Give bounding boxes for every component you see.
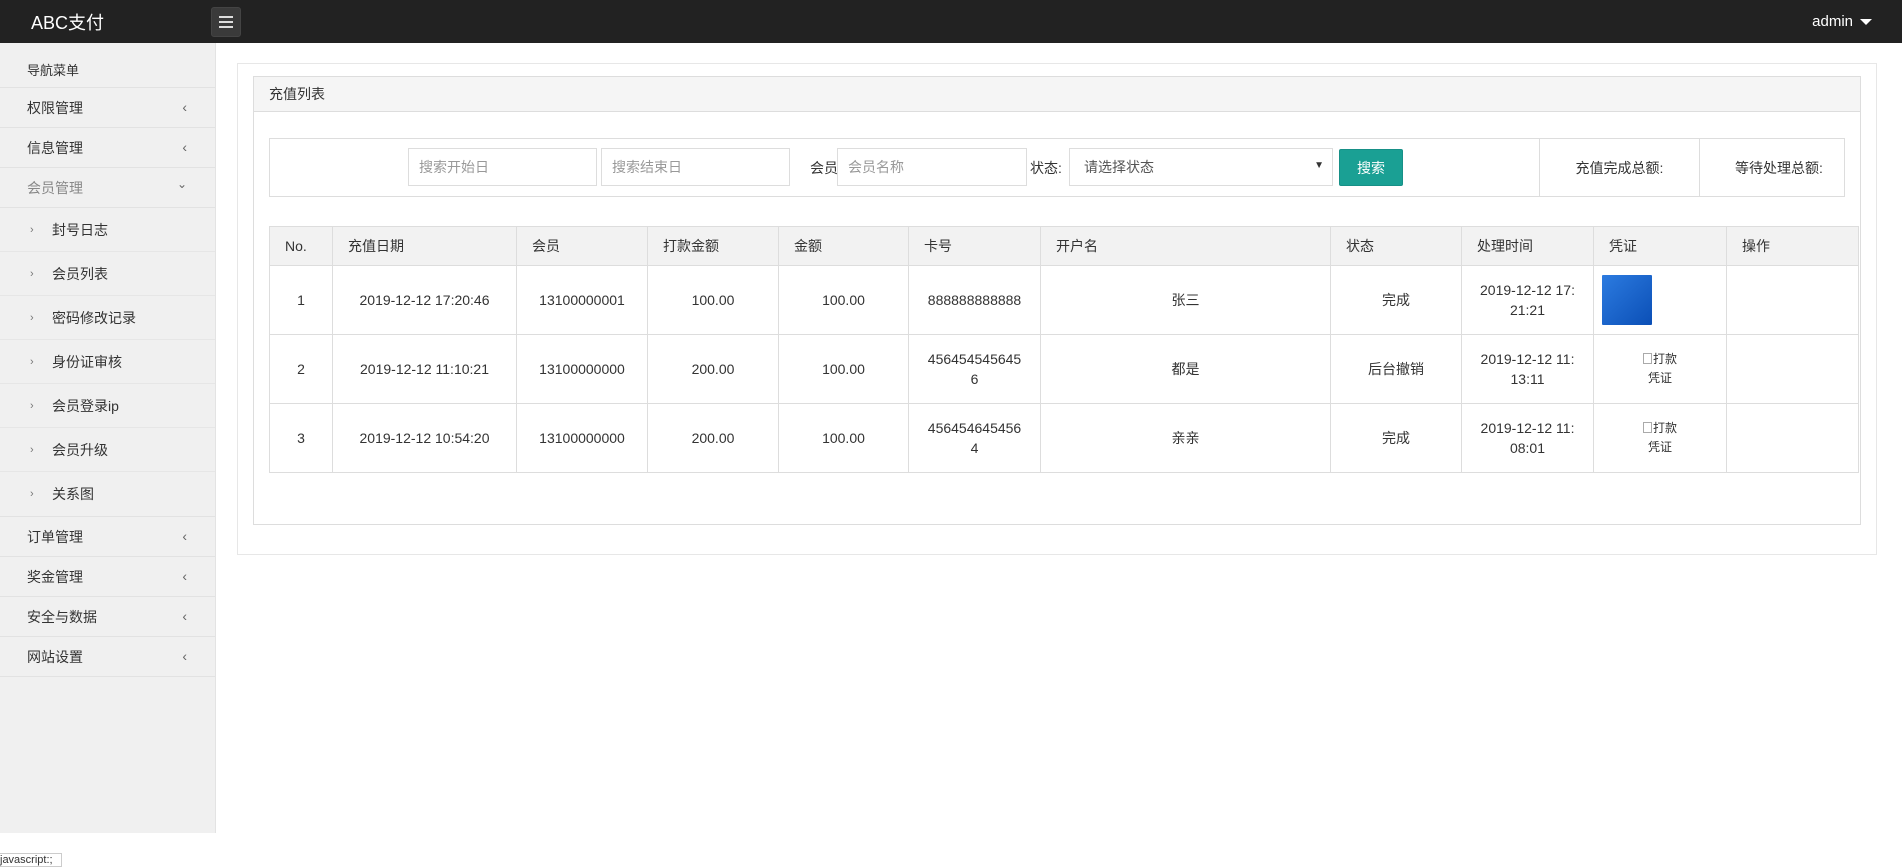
chevron-left-icon: ‹	[182, 528, 187, 544]
chevron-left-icon: ‹	[182, 99, 187, 115]
members-submenu: › 封号日志 › 会员列表 › 密码修改记录 › 身份证审核 › 会员登录ip › 会员升级…	[0, 208, 215, 517]
chevron-right-icon: ›	[30, 443, 34, 456]
sidebar-subitem-login-ip[interactable]: › 会员登录ip	[0, 384, 215, 428]
content-wrapper: 充值列表 会员: 状态: 请选择状态 ▼ 搜索 充值完成总额: 等待处理总额: …	[237, 63, 1877, 555]
browser-status-bar: javascript:;	[0, 853, 62, 867]
column-header: 卡号	[908, 226, 1041, 266]
column-header: 状态	[1330, 226, 1462, 266]
column-header: 处理时间	[1461, 226, 1594, 266]
total-pending: 等待处理总额:	[1699, 139, 1858, 196]
dropdown-arrow-icon: ▼	[1314, 160, 1324, 171]
sidebar-subitem-id-review[interactable]: › 身份证审核	[0, 340, 215, 384]
search-button[interactable]: 搜索	[1339, 149, 1403, 186]
status-label: 状态:	[1030, 160, 1062, 176]
member-name-input[interactable]	[837, 148, 1027, 186]
column-header: 充值日期	[332, 226, 517, 266]
chevron-right-icon: ›	[30, 311, 34, 324]
total-completed: 充值完成总额:	[1539, 139, 1699, 196]
brand-logo[interactable]: ABC支付	[31, 9, 211, 35]
sidebar-subitem-relations[interactable]: › 关系图	[0, 472, 215, 516]
chevron-down-icon: ⌄	[176, 177, 187, 191]
sidebar-item-members[interactable]: 会员管理 ⌄	[0, 168, 215, 208]
menu-icon	[219, 15, 233, 18]
sidebar-subitem-ban-log[interactable]: › 封号日志	[0, 208, 215, 252]
chevron-right-icon: ›	[30, 223, 34, 236]
user-name: admin	[1812, 13, 1853, 30]
broken-image-icon	[1642, 353, 1652, 364]
start-date-input[interactable]	[408, 148, 597, 186]
table-header-row: No. 充值日期 会员 打款金额 金额 卡号 开户名 状态 处理时间 凭证 操作	[269, 226, 1859, 266]
sidebar-header: 导航菜单	[0, 43, 215, 88]
chevron-left-icon: ‹	[182, 568, 187, 584]
chevron-left-icon: ‹	[182, 139, 187, 155]
column-header: 会员	[516, 226, 648, 266]
recharge-table: No. 充值日期 会员 打款金额 金额 卡号 开户名 状态 处理时间 凭证 操作…	[269, 226, 1859, 473]
row-actions	[1726, 334, 1859, 404]
sidebar-item-bonus[interactable]: 奖金管理 ‹	[0, 557, 215, 597]
sidebar-item-permissions[interactable]: 权限管理 ‹	[0, 88, 215, 128]
panel-title: 充值列表	[254, 77, 1860, 112]
user-menu[interactable]: admin	[1812, 0, 1872, 43]
column-header: 开户名	[1040, 226, 1331, 266]
sidebar-subitem-upgrade[interactable]: › 会员升级	[0, 428, 215, 472]
end-date-input[interactable]	[601, 148, 790, 186]
sidebar: 导航菜单 权限管理 ‹ 信息管理 ‹ 会员管理 ⌄ › 封号日志 › 会员列表 › 密…	[0, 43, 216, 833]
row-actions	[1726, 265, 1859, 335]
sidebar-item-site-settings[interactable]: 网站设置 ‹	[0, 637, 215, 677]
column-header: 打款金额	[647, 226, 779, 266]
top-navbar: ABC支付 admin	[0, 0, 1902, 43]
recharge-panel: 充值列表 会员: 状态: 请选择状态 ▼ 搜索 充值完成总额: 等待处理总额: …	[253, 76, 1861, 525]
caret-down-icon	[1860, 18, 1872, 25]
chevron-right-icon: ›	[30, 488, 34, 500]
voucher-image[interactable]	[1602, 275, 1652, 325]
chevron-right-icon: ›	[30, 355, 34, 368]
chevron-right-icon: ›	[30, 399, 34, 412]
sidebar-item-security[interactable]: 安全与数据 ‹	[0, 597, 215, 637]
column-header: 操作	[1726, 226, 1859, 266]
chevron-left-icon: ‹	[182, 648, 187, 664]
sidebar-item-info[interactable]: 信息管理 ‹	[0, 128, 215, 168]
voucher-image[interactable]: 打款 凭证	[1642, 419, 1677, 457]
sidebar-toggle-button[interactable]	[211, 6, 241, 37]
table-row: 1 2019-12-12 17:20:46 13100000001 100.00…	[269, 265, 1859, 335]
sidebar-subitem-member-list[interactable]: › 会员列表	[0, 252, 215, 296]
row-actions	[1726, 403, 1859, 473]
broken-image-icon	[1642, 422, 1652, 433]
table-row: 3 2019-12-12 10:54:20 13100000000 200.00…	[269, 403, 1859, 473]
table-row: 2 2019-12-12 11:10:21 13100000000 200.00…	[269, 334, 1859, 404]
column-header: No.	[269, 226, 333, 266]
chevron-right-icon: ›	[30, 267, 34, 280]
sidebar-subitem-password-log[interactable]: › 密码修改记录	[0, 296, 215, 340]
column-header: 金额	[778, 226, 909, 266]
chevron-left-icon: ‹	[182, 608, 187, 624]
sidebar-item-orders[interactable]: 订单管理 ‹	[0, 517, 215, 557]
status-select[interactable]: 请选择状态 ▼	[1069, 148, 1333, 186]
voucher-image[interactable]: 打款 凭证	[1642, 350, 1677, 388]
search-bar: 会员: 状态: 请选择状态 ▼ 搜索 充值完成总额: 等待处理总额:	[269, 138, 1845, 197]
column-header: 凭证	[1593, 226, 1727, 266]
